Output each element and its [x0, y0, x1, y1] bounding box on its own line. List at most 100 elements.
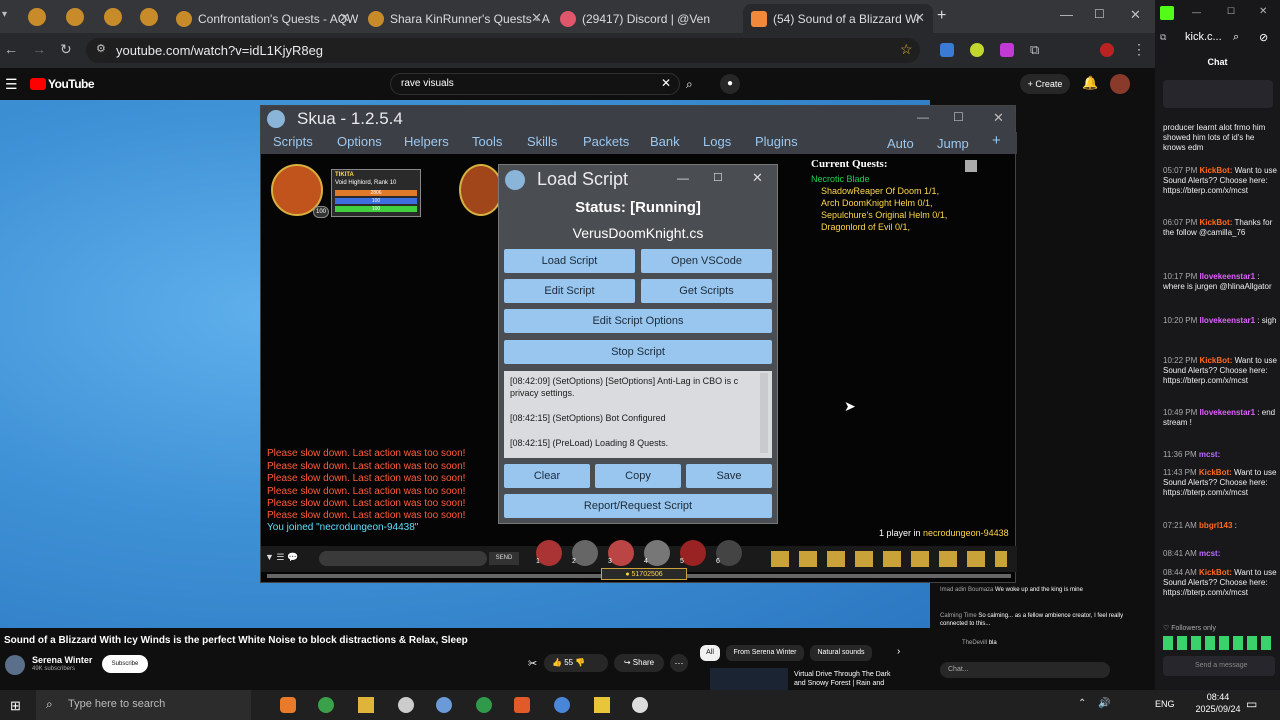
clear-log-button[interactable]: Clear [504, 464, 590, 488]
chat-toggle-icon[interactable]: ▼ ☰ 💬 [265, 552, 298, 563]
tab-youtube-active[interactable]: (54) Sound of a Blizzard Wi ✕ [743, 4, 933, 33]
minimize-icon[interactable]: — [917, 110, 929, 124]
menu-helpers[interactable]: Helpers [404, 134, 449, 149]
clip-icon[interactable]: ✂ [528, 657, 537, 670]
pinned-message[interactable] [1163, 80, 1273, 108]
taskbar-search-input[interactable]: ⌕ Type here to search [36, 690, 251, 720]
site-info-icon[interactable]: ⚙ [96, 42, 106, 55]
tab-confrontation-quests[interactable]: Confrontation's Quests - AQW ✕ [168, 4, 358, 33]
pinned-tab-4[interactable] [140, 8, 158, 26]
chrome-icon[interactable] [318, 697, 334, 713]
taskbar-app-icon[interactable] [514, 697, 530, 713]
clear-search-icon[interactable]: ✕ [661, 76, 671, 90]
chevron-right-icon[interactable]: › [897, 646, 900, 657]
game-chat-input[interactable] [319, 551, 487, 566]
get-scripts-button[interactable]: Get Scripts [641, 279, 772, 303]
close-icon[interactable]: ✕ [752, 170, 763, 186]
maximize-icon[interactable]: ☐ [1227, 6, 1235, 17]
notifications-bell-icon[interactable]: 🔔 [1082, 75, 1098, 91]
chip-from-channel[interactable]: From Serena Winter [726, 645, 804, 661]
search-icon[interactable]: ⌕ [686, 77, 693, 92]
kick-chat-input[interactable]: Send a message [1163, 656, 1275, 676]
maximize-icon[interactable]: ☐ [953, 110, 964, 124]
tab-search-icon[interactable]: ▾ [2, 9, 7, 20]
close-icon[interactable]: ✕ [1259, 6, 1267, 17]
taskbar-time[interactable]: 08:44 [1196, 692, 1240, 702]
live-chat-input[interactable]: Chat... [940, 662, 1110, 678]
minimize-icon[interactable]: — [1192, 7, 1201, 17]
menu-options[interactable]: Options [337, 134, 382, 149]
menu-tools[interactable]: Tools [472, 134, 502, 149]
youtube-logo-text[interactable]: YouTube [48, 77, 95, 91]
add-icon[interactable]: + [992, 132, 1001, 149]
open-vscode-button[interactable]: Open VSCode [641, 249, 772, 273]
zoom-icon[interactable]: ⌕ [1233, 31, 1239, 44]
subscribe-button[interactable]: Subscribe [102, 655, 148, 673]
script-log[interactable]: [08:42:09] (SetOptions) [SetOptions] Ant… [504, 371, 772, 458]
reload-icon[interactable]: ↻ [60, 41, 72, 58]
save-log-button[interactable]: Save [686, 464, 772, 488]
edit-script-button[interactable]: Edit Script [504, 279, 635, 303]
minimize-icon[interactable]: — [1060, 7, 1073, 22]
channel-avatar[interactable] [5, 655, 25, 675]
share-button[interactable]: ↪ Share [614, 654, 664, 672]
quest-scroll-icon[interactable] [965, 160, 977, 172]
close-icon[interactable]: ✕ [993, 110, 1004, 126]
auto-button[interactable]: Auto [887, 136, 914, 151]
maximize-icon[interactable]: ☐ [713, 171, 723, 184]
extension-icon[interactable] [1000, 43, 1014, 57]
pinned-tab-2[interactable] [66, 8, 84, 26]
close-icon[interactable]: ✕ [914, 10, 925, 26]
browser-menu-icon[interactable]: ⋮ [1132, 41, 1146, 58]
close-icon[interactable]: ✕ [531, 10, 542, 26]
report-request-button[interactable]: Report/Request Script [504, 494, 772, 518]
taskbar-app-icon[interactable] [632, 697, 648, 713]
taskbar-app-icon[interactable] [554, 697, 570, 713]
pinned-tab-1[interactable] [28, 8, 46, 26]
url-input[interactable]: ⚙ youtube.com/watch?v=idL1KjyR8eg [86, 38, 920, 63]
hamburger-icon[interactable]: ☰ [5, 76, 18, 93]
menu-plugins[interactable]: Plugins [755, 134, 798, 149]
load-script-button[interactable]: Load Script [504, 249, 635, 273]
windows-start-icon[interactable]: ⊞ [10, 698, 21, 714]
extension-icon[interactable] [970, 43, 984, 57]
thumbs-down-icon[interactable]: 👎 [575, 658, 585, 667]
game-menu-icons[interactable] [771, 551, 1007, 567]
like-button[interactable]: 👍 55 👎 [544, 654, 608, 672]
copy-log-button[interactable]: Copy [595, 464, 681, 488]
extensions-puzzle-icon[interactable]: ⧉ [1030, 42, 1039, 58]
emote-bar[interactable] [1163, 636, 1275, 650]
menu-scripts[interactable]: Scripts [273, 134, 313, 149]
file-explorer-icon[interactable] [358, 697, 374, 713]
chip-natural-sounds[interactable]: Natural sounds [810, 645, 872, 661]
chip-all[interactable]: All [700, 645, 720, 661]
minimize-icon[interactable]: — [677, 171, 689, 185]
jump-button[interactable]: Jump [937, 136, 969, 151]
no-tracking-icon[interactable]: ⊘ [1259, 31, 1268, 44]
forward-icon[interactable]: → [32, 41, 46, 57]
account-avatar[interactable] [1110, 74, 1130, 94]
maximize-icon[interactable]: ☐ [1094, 7, 1105, 21]
taskbar-app-icon[interactable] [280, 697, 296, 713]
language-indicator[interactable]: ENG [1155, 699, 1175, 709]
suggested-title[interactable]: Virtual Drive Through The Dark and Snowy… [794, 670, 904, 688]
new-tab-icon[interactable]: + [937, 7, 946, 25]
pinned-tab-3[interactable] [104, 8, 122, 26]
tab-discord[interactable]: (29417) Discord | @Ven [552, 4, 742, 33]
suggested-thumbnail[interactable] [710, 668, 788, 690]
tray-chevron-icon[interactable]: ⌃ [1078, 698, 1086, 709]
chrome-icon[interactable] [476, 697, 492, 713]
menu-bank[interactable]: Bank [650, 134, 680, 149]
menu-skills[interactable]: Skills [527, 134, 557, 149]
log-scrollbar[interactable] [760, 373, 768, 453]
more-actions-icon[interactable]: ⋯ [670, 654, 688, 672]
youtube-search-input[interactable]: rave visuals ✕ [390, 73, 680, 95]
taskbar-app-icon[interactable] [436, 697, 452, 713]
taskbar-app-icon[interactable] [398, 697, 414, 713]
menu-packets[interactable]: Packets [583, 134, 629, 149]
profile-avatar[interactable] [1100, 43, 1114, 57]
edit-script-options-button[interactable]: Edit Script Options [504, 309, 772, 333]
channel-name[interactable]: Serena Winter [32, 655, 92, 665]
back-icon[interactable]: ← [4, 41, 18, 57]
tray-icons[interactable]: 🔊 [1098, 698, 1110, 709]
